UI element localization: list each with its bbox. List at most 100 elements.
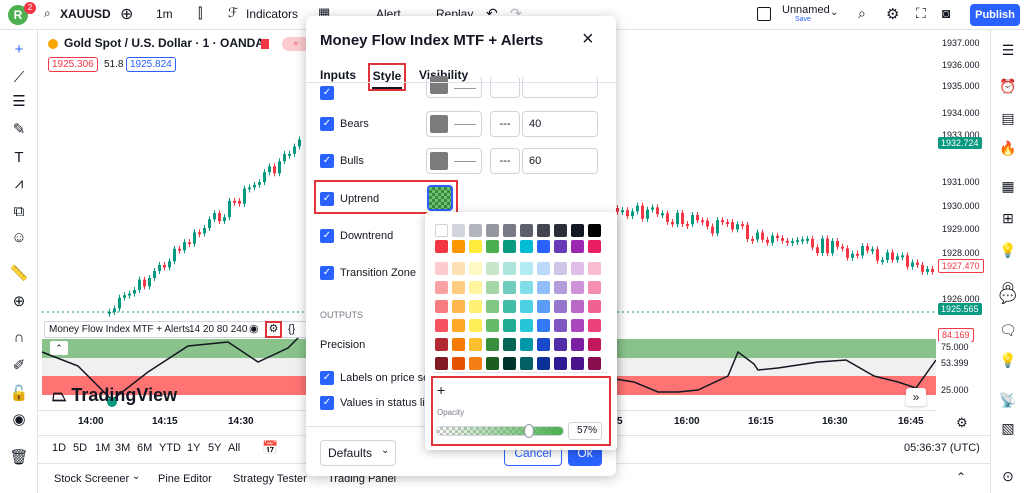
color-swatch-option[interactable] — [435, 300, 448, 313]
color-swatch-option[interactable] — [503, 281, 516, 294]
color-swatch-option[interactable] — [537, 281, 550, 294]
checkbox-bulls[interactable]: ✓ — [320, 154, 334, 168]
gear-icon[interactable]: ⚙ — [886, 5, 899, 23]
color-swatch-option[interactable] — [520, 300, 533, 313]
color-swatch-bears[interactable] — [426, 111, 482, 137]
color-swatch-option[interactable] — [452, 357, 465, 370]
color-swatch-option[interactable] — [503, 319, 516, 332]
color-swatch-option[interactable] — [588, 338, 601, 351]
range-button-5y[interactable]: 5Y — [208, 442, 221, 454]
color-swatch-option[interactable] — [520, 281, 533, 294]
collapse-panel-icon[interactable]: ⌃ — [956, 470, 966, 484]
camera-icon[interactable]: ◙ — [942, 5, 950, 21]
order-panel-icon[interactable]: ▧ — [998, 418, 1018, 438]
color-swatch-option[interactable] — [486, 319, 499, 332]
color-swatch-option[interactable] — [435, 319, 448, 332]
color-swatch-option[interactable] — [554, 281, 567, 294]
checkbox-uptrend[interactable]: ✓ — [320, 192, 334, 206]
color-swatch-option[interactable] — [503, 338, 516, 351]
color-swatch-option[interactable] — [571, 224, 584, 237]
watchlist-icon[interactable]: ☰ — [998, 40, 1018, 60]
clock[interactable]: 05:36:37 (UTC) — [904, 442, 980, 454]
legend-toggle[interactable] — [48, 39, 58, 49]
color-swatch-option[interactable] — [588, 300, 601, 313]
color-swatch-option[interactable] — [452, 281, 465, 294]
color-swatch-option[interactable] — [554, 300, 567, 313]
fullscreen-icon[interactable]: ⛶ — [916, 5, 926, 22]
range-button-ytd[interactable]: YTD — [159, 442, 181, 454]
search-icon[interactable]: ⌕ — [44, 6, 51, 21]
range-button-5d[interactable]: 5D — [73, 442, 87, 454]
goto-date-icon[interactable]: 📅 — [262, 440, 278, 456]
color-swatch-option[interactable] — [435, 281, 448, 294]
color-swatch-bulls[interactable] — [426, 148, 482, 174]
color-swatch-option[interactable] — [588, 224, 601, 237]
checkbox-labels-price-scale[interactable]: ✓ — [320, 371, 334, 385]
ask-price[interactable]: 1925.824 — [126, 57, 176, 72]
compare-add-icon[interactable]: ⊕ — [120, 4, 133, 24]
color-swatch-option[interactable] — [571, 300, 584, 313]
color-swatch-option[interactable] — [588, 240, 601, 253]
color-swatch-option[interactable] — [520, 357, 533, 370]
indicator-legend[interactable]: Money Flow Index MTF + Alerts 14 20 80 2… — [44, 321, 310, 338]
layout-save-label[interactable]: Save — [795, 16, 811, 23]
bid-price[interactable]: 1925.306 — [48, 57, 98, 72]
forecast-icon[interactable]: ⧉ — [9, 202, 29, 222]
color-swatch-option[interactable] — [452, 300, 465, 313]
value-bears[interactable]: 40 — [522, 111, 598, 137]
tips-icon[interactable]: 💡 — [998, 350, 1018, 370]
color-swatch-option[interactable] — [469, 300, 482, 313]
color-swatch-option[interactable] — [554, 262, 567, 275]
symbol-search[interactable]: XAUUSD — [60, 7, 111, 21]
checkbox-downtrend[interactable]: ✓ — [320, 229, 334, 243]
ruler-icon[interactable]: 📏 — [9, 264, 29, 284]
horizontal-lines-icon[interactable]: ☰ — [9, 92, 29, 112]
lightbulb-icon[interactable]: 💡 — [998, 240, 1018, 260]
pattern-icon[interactable]: ⩘ — [9, 174, 29, 194]
value-bulls[interactable]: 60 — [522, 148, 598, 174]
text-icon[interactable]: T — [9, 148, 29, 168]
publish-button[interactable]: Publish — [970, 4, 1020, 26]
hotlists-icon[interactable]: 🔥 — [998, 138, 1018, 158]
linestyle-bears[interactable]: --- — [490, 111, 520, 137]
scroll-right-button[interactable]: » — [906, 388, 926, 406]
color-swatch-option[interactable] — [537, 357, 550, 370]
color-swatch-option[interactable] — [452, 319, 465, 332]
opacity-input[interactable]: 57% — [568, 422, 602, 440]
color-swatch-option[interactable] — [520, 319, 533, 332]
candles-icon[interactable]: ⫿ — [198, 5, 202, 22]
color-swatch-option[interactable] — [571, 240, 584, 253]
color-swatch-option[interactable] — [452, 262, 465, 275]
range-button-all[interactable]: All — [228, 442, 240, 454]
color-swatch-option[interactable] — [452, 338, 465, 351]
emoji-icon[interactable]: ☺ — [9, 228, 29, 248]
color-swatch-option[interactable] — [469, 319, 482, 332]
color-swatch-uptrend[interactable] — [427, 185, 453, 211]
trash-icon[interactable]: 🗑 — [9, 448, 29, 468]
color-swatch-option[interactable] — [537, 319, 550, 332]
color-swatch-option[interactable] — [571, 338, 584, 351]
chats-icon[interactable]: 🗨 — [998, 320, 1018, 340]
add-custom-color-button[interactable]: + — [437, 382, 445, 398]
crosshair-icon[interactable]: + — [9, 40, 29, 60]
linestyle-bulls[interactable]: --- — [490, 148, 520, 174]
opacity-slider-handle[interactable] — [523, 424, 534, 438]
defaults-button[interactable]: Defaults ⌄ — [320, 440, 396, 466]
range-button-6m[interactable]: 6M — [137, 442, 152, 454]
tab-strategy-tester[interactable]: Strategy Tester — [233, 473, 307, 485]
ideas-icon[interactable]: ⊞ — [998, 208, 1018, 228]
color-swatch-option[interactable] — [486, 262, 499, 275]
color-swatch-option[interactable] — [486, 224, 499, 237]
help-icon[interactable]: ⊙ — [998, 466, 1018, 486]
color-swatch-option[interactable] — [554, 357, 567, 370]
color-swatch-option[interactable] — [520, 262, 533, 275]
checkbox-values-status-line[interactable]: ✓ — [320, 396, 334, 410]
quick-search-icon[interactable]: ⌕ — [858, 5, 866, 22]
checkbox-bears[interactable]: ✓ — [320, 117, 334, 131]
eye-icon[interactable]: ◉ — [9, 410, 29, 430]
color-swatch-option[interactable] — [503, 240, 516, 253]
eye-icon[interactable]: ◉ — [249, 322, 259, 335]
color-swatch-option[interactable] — [469, 357, 482, 370]
color-swatch-option[interactable] — [537, 262, 550, 275]
range-button-3m[interactable]: 3M — [115, 442, 130, 454]
